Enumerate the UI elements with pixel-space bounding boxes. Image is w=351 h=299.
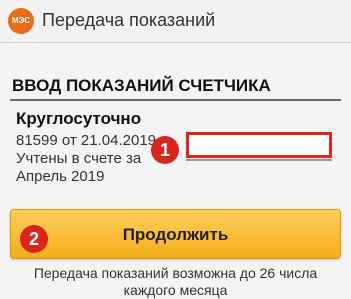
step-2-badge: 2 — [20, 225, 48, 253]
submission-deadline-note: Передача показаний возможна до 26 числа … — [33, 265, 318, 298]
app-bar: МЭС Передача показаний — [0, 0, 351, 43]
reading-input[interactable] — [189, 135, 329, 155]
section-title: ВВОД ПОКАЗАНИЙ СЧЕТЧИКА — [12, 76, 271, 95]
meter-tariff-name: Круглосуточно — [16, 109, 142, 128]
continue-button-label: Продолжить — [122, 225, 229, 244]
accounted-text: Учтены в счете за — [16, 150, 142, 167]
app-title: Передача показаний — [42, 10, 216, 30]
accounted-period-text: Апрель 2019 — [16, 168, 105, 185]
step-1-badge: 1 — [151, 136, 179, 164]
reading-input-underline — [186, 159, 332, 161]
section-divider — [10, 99, 341, 101]
mes-logo-icon: МЭС — [8, 8, 34, 34]
last-reading-text: 81599 от 21.04.2019 — [16, 132, 157, 149]
reading-input-highlight — [186, 132, 332, 158]
continue-button[interactable]: Продолжить — [10, 209, 341, 259]
logo-text: МЭС — [11, 16, 31, 25]
